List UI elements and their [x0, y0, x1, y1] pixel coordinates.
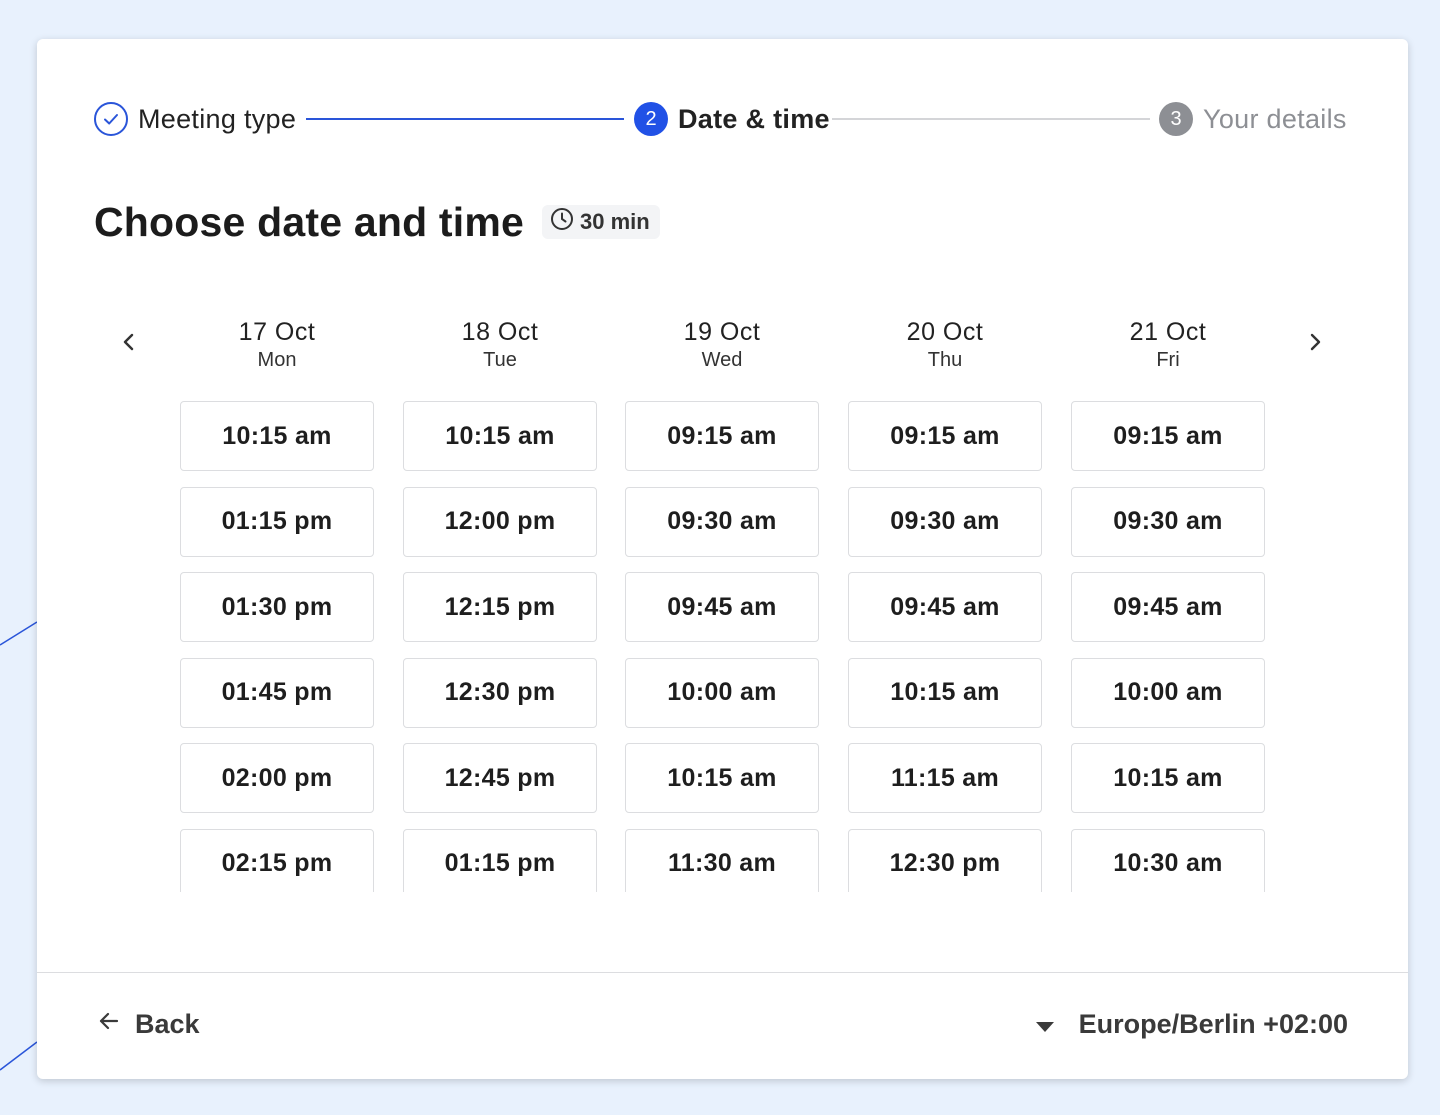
day-column: 18 Oct Tue 10:15 am 12:00 pm 12:15 pm 12…	[403, 317, 597, 892]
progress-stepper: Meeting type 2 Date & time 3 Your detail…	[94, 101, 1350, 137]
day-date: 21 Oct	[1129, 318, 1207, 346]
duration-text: 30 min	[580, 209, 650, 234]
time-slot-button[interactable]: 11:30 am	[625, 828, 819, 892]
time-slot-button[interactable]: 09:15 am	[625, 401, 819, 471]
step-label: Date & time	[678, 103, 830, 134]
clock-icon	[550, 207, 574, 237]
day-date: 17 Oct	[238, 318, 316, 346]
duration-badge: 30 min	[542, 205, 660, 239]
time-slot-button[interactable]: 10:00 am	[625, 657, 819, 728]
time-slot-button[interactable]: 09:30 am	[1071, 486, 1265, 557]
day-weekday: Tue	[483, 349, 517, 371]
day-header: 20 Oct Thu	[848, 317, 1042, 401]
time-slot-button[interactable]: 12:15 pm	[403, 572, 597, 643]
previous-days-button[interactable]	[109, 324, 149, 364]
timezone-value: Europe/Berlin +02:00	[1078, 1009, 1348, 1039]
time-slot-button[interactable]: 10:15 am	[403, 401, 597, 471]
time-slot-button[interactable]: 01:45 pm	[180, 657, 374, 728]
time-slot-list[interactable]: 09:15 am 09:30 am 09:45 am 10:15 am 11:1…	[848, 401, 1042, 892]
day-weekday: Mon	[257, 349, 297, 371]
chevron-right-icon	[1305, 332, 1325, 357]
title-row: Choose date and time 30 min	[94, 197, 660, 247]
time-slot-button[interactable]: 09:30 am	[625, 486, 819, 557]
back-button[interactable]: Back	[97, 1009, 200, 1040]
footer-bar: Back Europe/Berlin +02:00	[37, 972, 1408, 1079]
time-slot-button[interactable]: 09:45 am	[625, 572, 819, 643]
day-weekday: Fri	[1156, 349, 1180, 371]
arrow-left-icon	[97, 1009, 121, 1040]
time-slot-button[interactable]: 10:15 am	[1071, 743, 1265, 814]
step-date-time: 2 Date & time	[634, 101, 830, 137]
day-date: 20 Oct	[906, 318, 984, 346]
day-column: 20 Oct Thu 09:15 am 09:30 am 09:45 am 10…	[848, 317, 1042, 892]
time-slot-list[interactable]: 09:15 am 09:30 am 09:45 am 10:00 am 10:1…	[625, 401, 819, 892]
day-weekday: Wed	[701, 349, 743, 371]
day-column: 17 Oct Mon 10:15 am 01:15 pm 01:30 pm 01…	[180, 317, 374, 892]
time-slot-button[interactable]: 09:45 am	[1071, 572, 1265, 643]
day-header: 21 Oct Fri	[1071, 317, 1265, 401]
day-header: 18 Oct Tue	[403, 317, 597, 401]
step-your-details: 3 Your details	[1159, 101, 1347, 137]
time-slot-button[interactable]: 01:30 pm	[180, 572, 374, 643]
step-label: Meeting type	[138, 103, 297, 134]
time-slot-button[interactable]: 09:15 am	[848, 401, 1042, 471]
time-slot-button[interactable]: 02:15 pm	[180, 828, 374, 892]
check-icon	[94, 102, 128, 136]
step-number: 2	[634, 102, 668, 136]
day-header: 17 Oct Mon	[180, 317, 374, 401]
time-slot-button[interactable]: 10:00 am	[1071, 657, 1265, 728]
caret-down-icon	[1035, 1009, 1055, 1040]
time-slot-button[interactable]: 10:15 am	[180, 401, 374, 471]
step-label: Your details	[1203, 103, 1347, 134]
time-slot-button[interactable]: 12:30 pm	[848, 828, 1042, 892]
time-slot-button[interactable]: 12:45 pm	[403, 743, 597, 814]
time-slot-button[interactable]: 09:45 am	[848, 572, 1042, 643]
day-date: 18 Oct	[461, 318, 539, 346]
timezone-select[interactable]: Europe/Berlin +02:00	[1035, 1009, 1348, 1040]
day-column: 19 Oct Wed 09:15 am 09:30 am 09:45 am 10…	[625, 317, 819, 892]
time-slot-button[interactable]: 10:15 am	[848, 657, 1042, 728]
page-title: Choose date and time	[94, 198, 525, 245]
step-number: 3	[1159, 102, 1193, 136]
step-connector-upcoming	[832, 118, 1150, 120]
day-weekday: Thu	[927, 349, 963, 371]
day-header: 19 Oct Wed	[625, 317, 819, 401]
time-slot-button[interactable]: 02:00 pm	[180, 743, 374, 814]
time-slot-button[interactable]: 01:15 pm	[403, 828, 597, 892]
time-slot-button[interactable]: 12:30 pm	[403, 657, 597, 728]
time-slot-button[interactable]: 01:15 pm	[180, 486, 374, 557]
time-slot-list[interactable]: 10:15 am 01:15 pm 01:30 pm 01:45 pm 02:0…	[180, 401, 374, 892]
day-date: 19 Oct	[683, 318, 761, 346]
time-slot-button[interactable]: 09:15 am	[1071, 401, 1265, 471]
time-slot-button[interactable]: 11:15 am	[848, 743, 1042, 814]
booking-card: Meeting type 2 Date & time 3 Your detail…	[37, 39, 1408, 1079]
step-meeting-type[interactable]: Meeting type	[94, 101, 296, 137]
next-days-button[interactable]	[1295, 324, 1335, 364]
time-slot-list[interactable]: 10:15 am 12:00 pm 12:15 pm 12:30 pm 12:4…	[403, 401, 597, 892]
back-label: Back	[135, 1009, 200, 1039]
step-connector-completed	[306, 118, 624, 120]
time-slot-button[interactable]: 10:30 am	[1071, 828, 1265, 892]
day-column: 21 Oct Fri 09:15 am 09:30 am 09:45 am 10…	[1071, 317, 1265, 892]
time-slot-list[interactable]: 09:15 am 09:30 am 09:45 am 10:00 am 10:1…	[1071, 401, 1265, 892]
time-slot-button[interactable]: 12:00 pm	[403, 486, 597, 557]
time-slot-button[interactable]: 09:30 am	[848, 486, 1042, 557]
time-slot-button[interactable]: 10:15 am	[625, 743, 819, 814]
chevron-left-icon	[119, 332, 139, 357]
